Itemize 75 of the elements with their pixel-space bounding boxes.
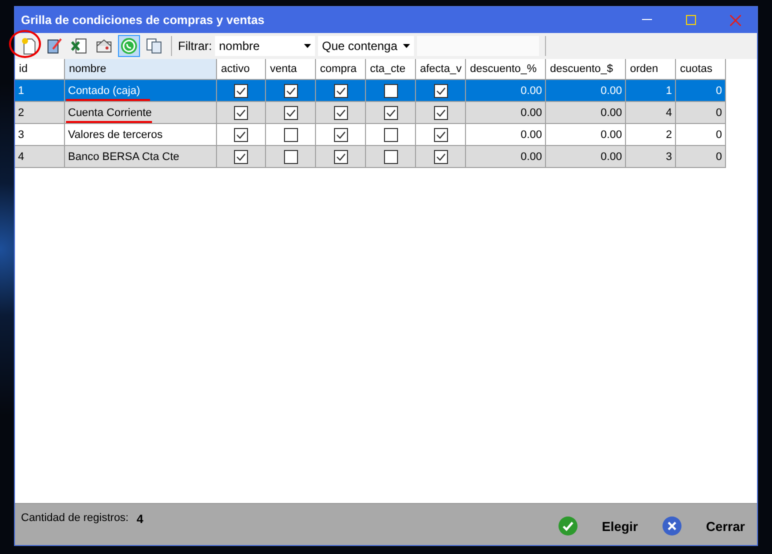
close-icon (730, 14, 740, 26)
checkbox[interactable] (434, 128, 448, 142)
checkbox[interactable] (284, 150, 298, 164)
table-cell: 4 (626, 102, 676, 124)
table-cell: 0.00 (546, 102, 626, 124)
checkbox[interactable] (234, 150, 248, 164)
column-header[interactable]: orden (626, 59, 676, 80)
checkbox[interactable] (284, 106, 298, 120)
table-cell: 2 (626, 124, 676, 146)
caret-icon (403, 44, 410, 48)
caret-icon (304, 44, 311, 48)
column-header[interactable]: cuotas (676, 59, 726, 80)
table-cell: 0.00 (466, 124, 546, 146)
column-header[interactable]: descuento_% (466, 59, 546, 80)
column-header[interactable]: cta_cte (366, 59, 416, 80)
checkbox[interactable] (384, 128, 398, 142)
copy-icon (146, 38, 162, 54)
table-cell: 0 (676, 146, 726, 168)
checkmark-icon (558, 516, 578, 536)
checkbox[interactable] (234, 106, 248, 120)
checkbox[interactable] (384, 106, 398, 120)
table-cell: Banco BERSA Cta Cte (65, 146, 217, 168)
checkbox[interactable] (384, 84, 398, 98)
column-header[interactable]: activo (217, 59, 266, 80)
record-count: 4 (136, 512, 144, 526)
table-cell: 0.00 (466, 102, 546, 124)
window-title: Grilla de condiciones de compras y ventas (21, 13, 266, 27)
checkbox[interactable] (384, 150, 398, 164)
table-cell: 2 (15, 102, 65, 124)
table-cell: 4 (15, 146, 65, 168)
column-header[interactable]: id (15, 59, 65, 80)
table-cell: 0.00 (466, 80, 546, 102)
table-cell: 1 (15, 80, 65, 102)
checkbox[interactable] (334, 106, 348, 120)
minimize-icon (642, 19, 652, 21)
table-cell: 1 (626, 80, 676, 102)
table-cell: 0 (676, 80, 726, 102)
edit-document-icon (46, 37, 62, 55)
table-cell: Valores de terceros (65, 124, 217, 146)
spreadsheet-icon (71, 37, 87, 55)
close-icon (662, 516, 682, 536)
table-cell: 0 (676, 124, 726, 146)
checkbox[interactable] (434, 106, 448, 120)
table-cell: 3 (15, 124, 65, 146)
checkbox[interactable] (334, 150, 348, 164)
checkbox[interactable] (284, 84, 298, 98)
table-cell: Cuenta Corriente (65, 102, 217, 124)
column-header[interactable]: venta (266, 59, 316, 80)
table-cell: 0 (676, 102, 726, 124)
table-cell: 0.00 (546, 80, 626, 102)
maximize-icon (686, 15, 696, 25)
envelope-icon (95, 38, 113, 54)
column-header[interactable]: descuento_$ (546, 59, 626, 80)
checkbox[interactable] (284, 128, 298, 142)
field-dropdown[interactable]: nombre (215, 36, 315, 56)
column-header[interactable]: afecta_v (416, 59, 466, 80)
table-cell: 0.00 (466, 146, 546, 168)
table-cell: 0.00 (546, 124, 626, 146)
checkbox[interactable] (234, 84, 248, 98)
choose-button[interactable]: Elegir (558, 516, 638, 536)
column-header[interactable]: nombre (65, 59, 217, 80)
table-cell: 3 (626, 146, 676, 168)
new-document-icon (21, 37, 37, 55)
checkbox[interactable] (434, 84, 448, 98)
filter-label: Filtrar: (178, 39, 212, 53)
column-header[interactable]: compra (316, 59, 366, 80)
table-cell: 0.00 (546, 146, 626, 168)
close-dialog-button[interactable]: Cerrar (662, 516, 745, 536)
table-cell: Contado (caja) (65, 80, 217, 102)
checkbox[interactable] (334, 128, 348, 142)
record-count-label: Cantidad de registros: (21, 512, 129, 524)
checkbox[interactable] (234, 128, 248, 142)
checkbox[interactable] (434, 150, 448, 164)
condition-dropdown[interactable]: Que contenga (318, 36, 414, 56)
checkbox[interactable] (334, 84, 348, 98)
